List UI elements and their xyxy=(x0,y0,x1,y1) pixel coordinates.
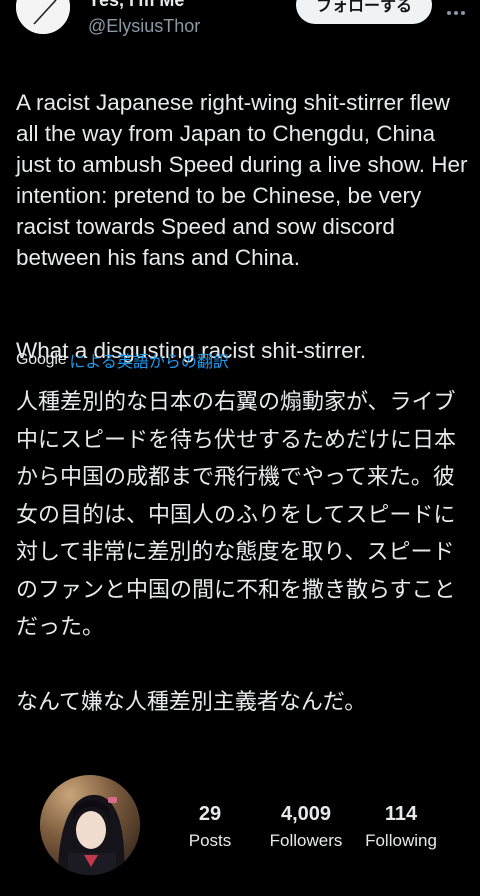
following-stat[interactable]: 114 Following xyxy=(360,802,442,852)
tweet-text: A racist Japanese right-wing shit-stirre… xyxy=(16,56,468,397)
following-count: 114 xyxy=(384,803,418,825)
profile-avatar[interactable] xyxy=(40,775,140,875)
follow-button[interactable]: フォローする xyxy=(296,0,432,24)
tweet-paragraph-1: A racist Japanese right-wing shit-stirre… xyxy=(16,90,468,270)
author-display-name[interactable]: Yes, I'm Me xyxy=(88,0,184,9)
translation-label[interactable]: による英語からの翻訳 xyxy=(69,348,229,372)
more-icon[interactable] xyxy=(446,10,466,16)
followers-label: Followers xyxy=(269,831,343,850)
translation-attribution[interactable]: Google による英語からの翻訳 xyxy=(16,348,229,372)
posts-stat[interactable]: 29 Posts xyxy=(178,802,242,852)
translated-paragraph-1: 人種差別的な日本の右翼の煽動家が、ライブ中にスピードを待ち伏せするためだけに日本… xyxy=(16,390,457,640)
author-avatar[interactable] xyxy=(16,0,70,34)
followers-count: 4,009 xyxy=(280,803,332,825)
translated-text: 人種差別的な日本の右翼の煽動家が、ライブ中にスピードを待ち伏せするためだけに日本… xyxy=(16,384,468,721)
author-handle[interactable]: @ElysiusThor xyxy=(88,15,200,37)
posts-label: Posts xyxy=(188,831,232,850)
google-logo: Google xyxy=(16,351,67,368)
posts-count: 29 xyxy=(198,803,222,825)
tweet-screen: Yes, I'm Me @ElysiusThor フォローする A racist… xyxy=(0,0,480,896)
following-label: Following xyxy=(365,831,437,850)
followers-stat[interactable]: 4,009 Followers xyxy=(262,802,350,852)
translated-paragraph-2: なんて嫌な人種差別主義者なんだ。 xyxy=(16,689,367,715)
